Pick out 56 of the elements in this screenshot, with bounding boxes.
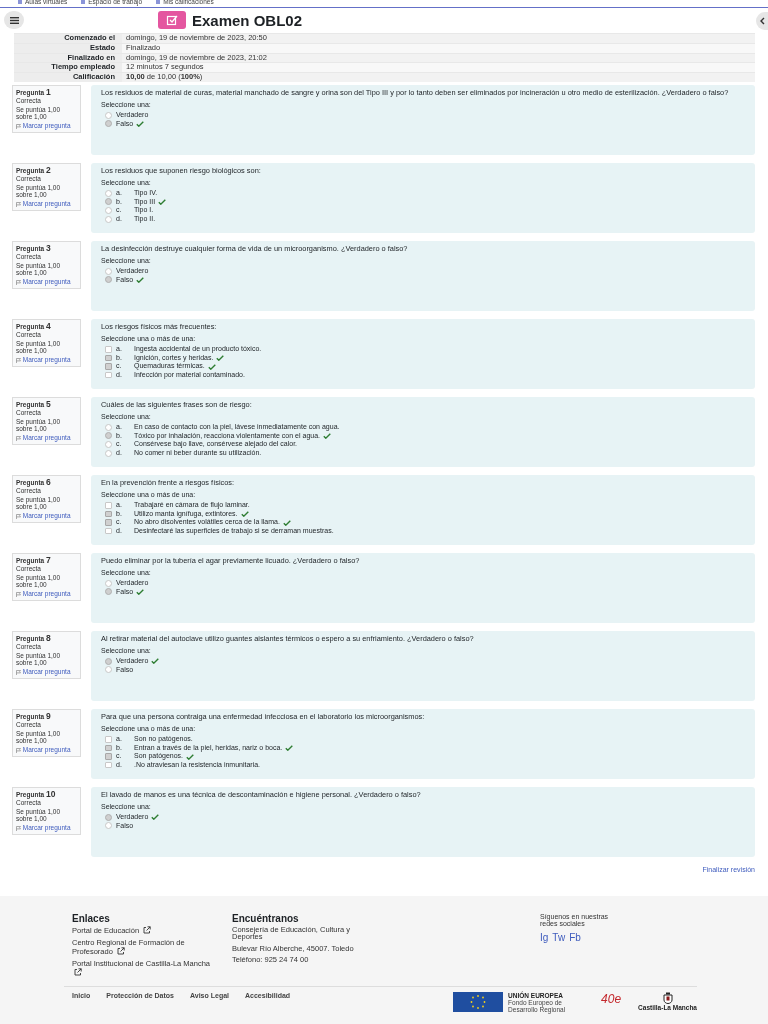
- radio-button[interactable]: [105, 449, 112, 457]
- social-link[interactable]: Ig: [540, 932, 549, 943]
- checkbox[interactable]: [105, 519, 112, 526]
- radio-button[interactable]: [105, 822, 112, 830]
- flag-icon: [16, 591, 21, 597]
- checkbox[interactable]: [105, 527, 112, 535]
- radio-button[interactable]: [105, 657, 112, 665]
- menu-icon: [9, 16, 19, 24]
- external-link-icon: [74, 968, 82, 976]
- checkbox[interactable]: [105, 736, 112, 743]
- radio-button[interactable]: [105, 441, 112, 449]
- radio-button[interactable]: [105, 432, 112, 440]
- eu-flag-icon: [453, 992, 504, 1012]
- flag-icon: [16, 747, 21, 753]
- flag-icon: [16, 279, 21, 285]
- flag-icon: [16, 513, 21, 519]
- checkbox[interactable]: [105, 510, 112, 518]
- radio-button[interactable]: [105, 198, 112, 206]
- checkbox[interactable]: [105, 744, 112, 752]
- flag-icon: [16, 669, 21, 675]
- flag-icon: [16, 357, 21, 363]
- drawer-toggle-button[interactable]: [4, 11, 24, 29]
- radio-button[interactable]: [105, 423, 112, 431]
- checkbox[interactable]: [105, 371, 112, 379]
- radio-button[interactable]: [105, 588, 112, 596]
- checkbox[interactable]: [105, 761, 112, 769]
- radio-button[interactable]: [105, 267, 112, 275]
- radio-button[interactable]: [105, 207, 112, 215]
- crest-icon: [662, 992, 673, 1004]
- flag-icon: [16, 825, 21, 831]
- chevron-left-icon: [760, 17, 765, 25]
- logo-text: 40e: [601, 992, 622, 1006]
- radio-button[interactable]: [105, 215, 112, 223]
- footer-heading: Encuéntranos: [232, 913, 300, 924]
- external-link-icon: [116, 947, 125, 955]
- checkbox[interactable]: [105, 753, 112, 760]
- checkbox[interactable]: [105, 354, 112, 362]
- social-link[interactable]: Tw: [552, 932, 566, 943]
- radio-button[interactable]: [105, 813, 112, 821]
- checkbox[interactable]: [105, 346, 112, 353]
- checkbox[interactable]: [105, 363, 112, 370]
- flag-icon: [16, 201, 21, 207]
- quiz-icon: [158, 11, 186, 29]
- footer-heading: Enlaces: [72, 913, 111, 924]
- radio-button[interactable]: [105, 120, 112, 128]
- page-title: Examen OBL02: [192, 11, 303, 29]
- flag-icon: [16, 123, 21, 129]
- radio-button[interactable]: [105, 111, 112, 119]
- radio-button[interactable]: [105, 666, 112, 674]
- radio-button[interactable]: [105, 189, 112, 197]
- radio-button[interactable]: [105, 579, 112, 587]
- flag-icon: [16, 435, 21, 441]
- social-link[interactable]: Fb: [569, 932, 581, 943]
- checkbox[interactable]: [105, 502, 112, 509]
- external-link-icon: [143, 926, 152, 934]
- radio-button[interactable]: [105, 276, 112, 284]
